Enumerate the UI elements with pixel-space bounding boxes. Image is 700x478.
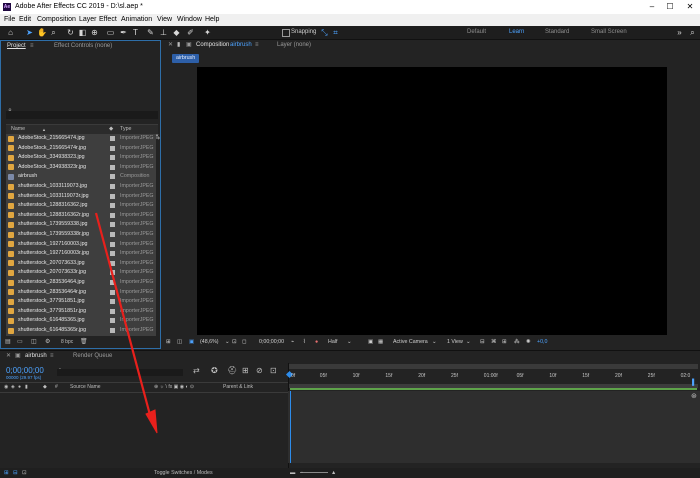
annotation-arrow bbox=[94, 212, 158, 434]
arrow-shaft bbox=[94, 212, 152, 416]
arrow-head bbox=[145, 409, 158, 434]
